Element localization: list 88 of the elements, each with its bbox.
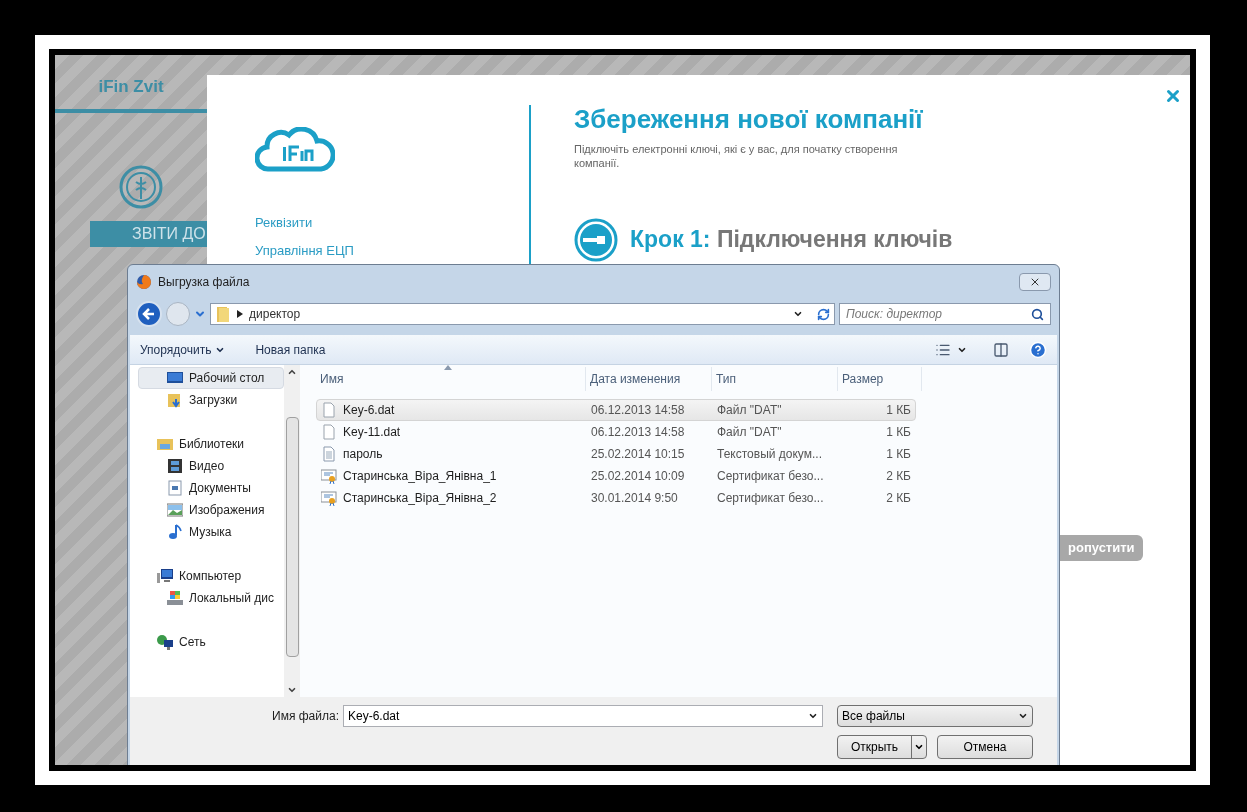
filename-label: Имя файла: xyxy=(272,708,339,725)
file-size: 2 КБ xyxy=(885,468,912,485)
refresh-icon[interactable] xyxy=(817,307,830,321)
nav-item[interactable]: Музыка xyxy=(138,521,284,543)
text-file-icon xyxy=(321,446,337,462)
back-arrow-icon xyxy=(142,307,156,321)
nav-item[interactable]: Видео xyxy=(138,455,284,477)
scroll-up-icon[interactable] xyxy=(287,367,297,377)
scrollbar[interactable] xyxy=(284,365,300,697)
open-button[interactable]: Открыть xyxy=(837,735,927,759)
file-date: 06.12.2013 14:58 xyxy=(590,424,686,441)
cancel-button[interactable]: Отмена xyxy=(937,735,1033,759)
search-box[interactable]: Поиск: директор xyxy=(839,303,1051,325)
file-icon xyxy=(321,402,337,418)
back-button[interactable] xyxy=(136,301,162,327)
column-header[interactable]: Тип xyxy=(712,367,838,391)
file-type: Сертификат безо... xyxy=(716,468,825,485)
nav-item[interactable]: Изображения xyxy=(138,499,284,521)
certificate-icon xyxy=(321,490,337,506)
file-row[interactable]: Старинська_Віра_Янівна_2 30.01.2014 9:50 Сертификат безо... 2 КБ xyxy=(316,487,916,509)
file-type: Текстовый докум... xyxy=(716,446,823,463)
file-icon xyxy=(321,424,337,440)
network-icon xyxy=(157,634,173,650)
file-name: Старинська_Віра_Янівна_2 xyxy=(343,490,497,507)
column-header[interactable]: Размер xyxy=(838,367,922,391)
file-date: 25.02.2014 10:09 xyxy=(590,468,686,485)
nav-item[interactable]: Загрузки xyxy=(138,389,284,411)
filename-box[interactable]: Key-6.dat xyxy=(343,705,823,727)
filename-field[interactable]: Key-6.dat xyxy=(348,707,808,725)
file-row[interactable]: Key-11.dat 06.12.2013 14:58 Файл "DAT" 1 КБ xyxy=(316,421,916,443)
file-size: 1 КБ xyxy=(885,446,912,463)
file-size: 1 КБ xyxy=(885,424,912,441)
certificate-icon xyxy=(321,468,337,484)
file-date: 30.01.2014 9:50 xyxy=(590,490,679,507)
nav-item[interactable]: Сеть xyxy=(138,631,284,653)
modal-title: Збереження нової компанії xyxy=(574,103,924,136)
film-icon xyxy=(167,458,183,474)
close-icon xyxy=(1029,276,1041,288)
file-type: Файл "DAT" xyxy=(716,402,783,419)
breadcrumb-arrow-icon xyxy=(237,310,243,318)
breadcrumb[interactable]: директор xyxy=(249,305,301,323)
app-title: iFin Zvit xyxy=(98,75,164,98)
computer-icon xyxy=(157,568,173,584)
file-size: 2 КБ xyxy=(885,490,912,507)
key-icon xyxy=(574,217,618,262)
nav-item[interactable]: Рабочий стол xyxy=(138,367,284,389)
file-type: Файл "DAT" xyxy=(716,424,783,441)
file-name: Key-6.dat xyxy=(343,402,395,419)
file-name: пароль xyxy=(343,446,383,463)
file-type-dropdown[interactable]: Все файлы xyxy=(837,705,1033,727)
modal-subtitle: Підключіть електронні ключі, які є у вас, для початку створення компанії. xyxy=(574,141,899,170)
file-name: Старинська_Віра_Янівна_1 xyxy=(343,468,497,485)
preview-pane-icon[interactable] xyxy=(993,341,1009,358)
toolbar-button[interactable]: Новая папка xyxy=(255,340,326,359)
folder-icon xyxy=(167,392,183,408)
disk-icon xyxy=(167,590,183,606)
dialog-title: Выгрузка файла xyxy=(158,274,250,291)
folder-icon xyxy=(215,306,231,322)
scroll-down-icon[interactable] xyxy=(287,685,297,695)
close-button[interactable] xyxy=(1019,273,1051,291)
image-icon xyxy=(167,502,183,518)
file-date: 25.02.2014 10:15 xyxy=(590,446,686,463)
caduceus-icon xyxy=(119,165,163,209)
nav-item[interactable]: Компьютер xyxy=(138,565,284,587)
file-date: 06.12.2013 14:58 xyxy=(590,402,686,419)
sort-arrow-icon xyxy=(444,365,452,370)
step-heading: Крок 1: Підключення ключів xyxy=(630,225,953,255)
file-row[interactable]: пароль 25.02.2014 10:15 Текстовый докум... 1 КБ xyxy=(316,443,916,465)
nav-item[interactable]: Библиотеки xyxy=(138,433,284,455)
search-icon xyxy=(1031,307,1044,321)
help-icon[interactable] xyxy=(1029,340,1047,359)
file-name: Key-11.dat xyxy=(343,424,401,441)
file-row[interactable]: Старинська_Віра_Янівна_1 25.02.2014 10:09 Сертификат безо... 2 КБ xyxy=(316,465,916,487)
file-type: Сертификат безо... xyxy=(716,490,825,507)
nav-item[interactable]: Документы xyxy=(138,477,284,499)
address-bar[interactable]: директор xyxy=(210,303,835,325)
search-field[interactable]: Поиск: директор xyxy=(846,305,1031,323)
close-icon[interactable] xyxy=(1164,87,1182,105)
toolbar-button[interactable]: Упорядочить xyxy=(140,340,226,359)
nav-item[interactable]: Локальный дис xyxy=(138,587,284,609)
file-row[interactable]: Key-6.dat 06.12.2013 14:58 Файл "DAT" 1 КБ xyxy=(316,399,916,421)
document-icon xyxy=(167,480,183,496)
column-header[interactable]: Дата изменения xyxy=(586,367,712,391)
folder-icon xyxy=(157,436,173,452)
desktop-icon xyxy=(167,370,183,386)
file-size: 1 КБ xyxy=(885,402,912,419)
browser-logo-icon xyxy=(136,274,152,290)
music-note-icon xyxy=(167,524,183,540)
